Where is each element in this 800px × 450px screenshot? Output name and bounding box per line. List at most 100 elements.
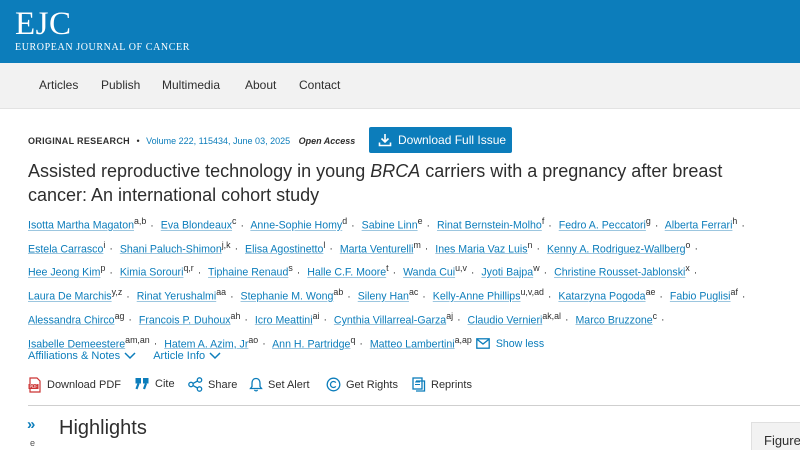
author-separator: ·: [109, 243, 113, 256]
author-link[interactable]: Wanda Cui: [403, 267, 455, 279]
author-separator: ·: [347, 290, 351, 303]
author-separator: ·: [693, 267, 698, 279]
author-separator: ·: [128, 314, 132, 327]
author-link[interactable]: Stephanie M. Wong: [241, 291, 334, 303]
author-link[interactable]: Tiphaine Renaud: [208, 267, 288, 279]
author-link[interactable]: Shani Paluch-Shimon: [120, 243, 222, 255]
author-separator: ·: [659, 290, 663, 303]
download-pdf-button[interactable]: PDF Download PDF: [28, 377, 121, 393]
set-alert-button[interactable]: Set Alert: [249, 377, 310, 392]
figure-tab[interactable]: Figure: [751, 422, 800, 450]
author-link[interactable]: Alessandra Chirco: [28, 314, 115, 326]
author-link[interactable]: Isotta Martha Magaton: [28, 220, 134, 232]
author-link[interactable]: Francois P. Duhoux: [139, 314, 231, 326]
author-separator: ·: [654, 219, 659, 232]
author-link[interactable]: Kimia Sorouri: [120, 267, 184, 279]
affiliations-label: Affiliations & Notes: [28, 350, 121, 362]
logo-subtitle: EUROPEAN JOURNAL OF CANCER: [15, 42, 190, 53]
cite-button[interactable]: Cite: [135, 377, 175, 390]
author-link[interactable]: Laura De Marchis: [28, 291, 112, 303]
nav-articles[interactable]: Articles: [39, 78, 78, 92]
author-link[interactable]: Halle C.F. Moore: [307, 267, 386, 279]
author-separator: ·: [565, 314, 569, 327]
reprints-button[interactable]: Reprints: [412, 377, 472, 392]
author-link[interactable]: Cynthia Villarreal-Garza: [334, 314, 446, 326]
share-button[interactable]: Share: [188, 377, 237, 392]
highlights-heading: Highlights: [59, 417, 147, 439]
author-link[interactable]: Ann H. Partridge: [272, 338, 350, 350]
author-link[interactable]: Fedro A. Peccatori: [559, 220, 646, 232]
author-separator: ·: [359, 338, 363, 351]
author-link[interactable]: Rinat Yerushalmi: [137, 291, 217, 303]
article-type: ORIGINAL RESEARCH: [28, 136, 130, 146]
affiliations-row: Affiliations & Notes Article Info: [28, 350, 221, 362]
journal-logo[interactable]: EJC EUROPEAN JOURNAL OF CANCER: [15, 6, 190, 54]
meta-separator: •: [136, 136, 140, 146]
author-link[interactable]: Fabio Puglisi: [670, 291, 731, 303]
title-italic: BRCA: [370, 161, 421, 181]
show-less-button[interactable]: Show less: [496, 338, 544, 350]
email-icon[interactable]: [475, 338, 490, 350]
volume-link[interactable]: Volume 222, 115434, June 03, 2025: [146, 136, 290, 146]
author-affiliation-sup: ae: [645, 287, 656, 298]
article-info-toggle[interactable]: Article Info: [153, 350, 221, 362]
author-link[interactable]: Marta Venturelli: [340, 243, 414, 255]
author-link[interactable]: Alberta Ferrari: [665, 220, 733, 232]
author-separator: ·: [422, 290, 426, 303]
reprints-icon: [412, 377, 426, 392]
article-meta: ORIGINAL RESEARCH • Volume 222, 115434, …: [28, 136, 355, 146]
download-full-issue-button[interactable]: Download Full Issue: [369, 127, 512, 153]
nav-about[interactable]: About: [245, 78, 276, 92]
author-affiliation-sup: am,an: [125, 334, 150, 345]
author-separator: ·: [244, 314, 248, 327]
author-affiliation-sup: aj: [446, 310, 454, 321]
cite-label: Cite: [155, 377, 175, 390]
author-affiliation-sup: d: [342, 216, 348, 226]
author-list: Isotta Martha Magatona,b · Eva Blondeauxc…: [28, 212, 768, 354]
svg-text:PDF: PDF: [30, 384, 39, 389]
author-separator: ·: [240, 219, 244, 232]
author-affiliation-sup: i: [103, 239, 106, 250]
author-affiliation-sup: s: [288, 263, 293, 274]
nav-publish[interactable]: Publish: [101, 78, 140, 92]
author-affiliation-sup: t: [386, 263, 389, 274]
author-link[interactable]: Sileny Han: [358, 291, 409, 303]
author-link[interactable]: Hee Jeong Kim: [28, 267, 100, 279]
author-link[interactable]: Kelly-Anne Phillips: [433, 291, 521, 303]
nav-contact[interactable]: Contact: [299, 78, 340, 92]
toolbar-divider: [28, 405, 800, 406]
author-link[interactable]: Matteo Lambertini: [370, 338, 455, 350]
author-link[interactable]: Jyoti Bajpa: [481, 267, 533, 279]
author-link[interactable]: Katarzyna Pogoda: [558, 291, 645, 303]
author-link[interactable]: Ines Maria Vaz Luis: [435, 243, 527, 255]
logo-text: EJC: [15, 6, 72, 42]
sidebar-expand-icon[interactable]: »: [27, 416, 35, 433]
author-affiliation-sup: y,z: [111, 287, 123, 298]
author-link[interactable]: Kenny A. Rodriguez-Wallberg: [547, 243, 686, 255]
author-link[interactable]: Anne-Sophie Homy: [250, 220, 342, 232]
nav-multimedia[interactable]: Multimedia: [162, 78, 220, 92]
author-link[interactable]: Hatem A. Azim, Jr: [164, 338, 248, 350]
author-link[interactable]: Isabelle Demeestere: [28, 338, 125, 350]
author-separator: ·: [150, 219, 154, 232]
author-link[interactable]: Christine Rousset-Jablonski: [554, 267, 685, 279]
author-affiliation-sup: ai: [312, 310, 320, 321]
affiliations-toggle[interactable]: Affiliations & Notes: [28, 350, 136, 362]
copyright-icon: [326, 377, 341, 392]
author-affiliation-sup: h: [732, 216, 738, 226]
author-affiliation-sup: e: [417, 216, 423, 226]
author-link[interactable]: Elisa Agostinetto: [245, 243, 323, 255]
author-link[interactable]: Claudio Vernieri: [468, 314, 543, 326]
get-rights-button[interactable]: Get Rights: [326, 377, 398, 392]
author-link[interactable]: Marco Bruzzone: [575, 314, 652, 326]
get-rights-label: Get Rights: [346, 378, 398, 391]
author-link[interactable]: Eva Blondeaux: [161, 220, 232, 232]
author-separator: ·: [109, 267, 113, 279]
author-affiliation-sup: a,ap: [454, 334, 472, 345]
sidebar-label: e: [30, 438, 36, 448]
author-link[interactable]: Sabine Linn: [362, 220, 418, 232]
author-link[interactable]: Estela Carrasco: [28, 243, 103, 255]
author-link[interactable]: Icro Meattini: [255, 314, 313, 326]
author-affiliation-sup: p: [100, 263, 106, 274]
author-link[interactable]: Rinat Bernstein-Molho: [437, 220, 542, 232]
